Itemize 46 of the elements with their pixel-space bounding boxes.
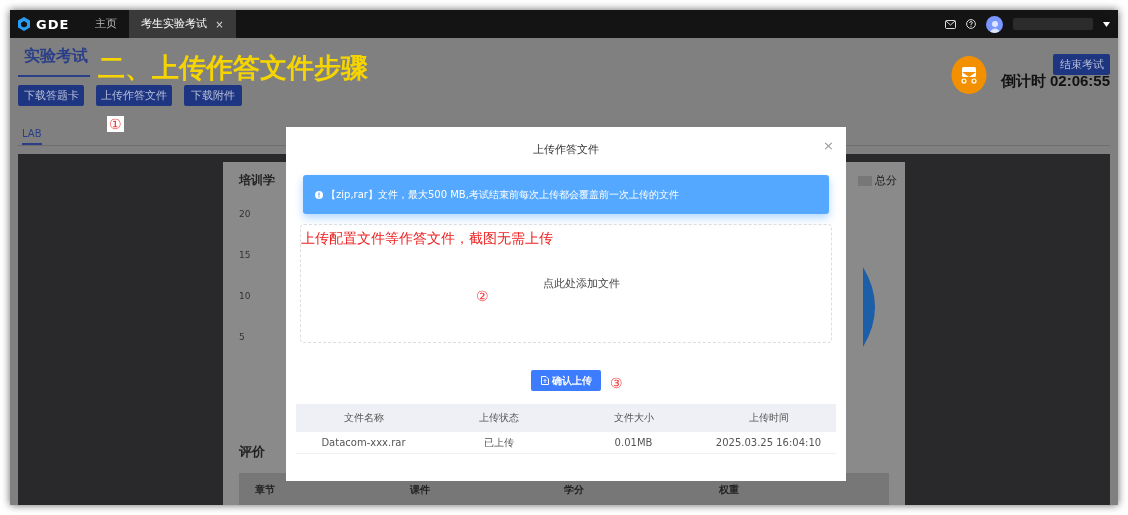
close-icon[interactable]: × xyxy=(215,18,224,30)
page-tab[interactable]: 主页 xyxy=(83,10,130,38)
axis-tick: 20 xyxy=(239,209,251,219)
action-button[interactable]: 下载附件 xyxy=(184,85,242,106)
table-cell: 已上传 xyxy=(483,435,514,450)
column-header: 学分 xyxy=(564,483,585,497)
column-header: 文件名称 xyxy=(343,410,384,425)
logo-text: GDE xyxy=(36,16,70,32)
column-header: 权重 xyxy=(718,483,740,497)
cart-icon[interactable] xyxy=(951,56,987,94)
page-tab[interactable]: 考生实验考试 × xyxy=(129,10,236,38)
action-button[interactable]: 上传作答文件 xyxy=(96,85,172,106)
countdown-timer: 倒计时 02:06:55 xyxy=(1000,72,1110,91)
mail-icon[interactable] xyxy=(945,19,956,29)
step-number: ② xyxy=(476,288,489,304)
table-cell: 2025.03.25 16:04:10 xyxy=(715,437,822,448)
column-header: 上传状态 xyxy=(478,410,519,425)
section-title: 评价 xyxy=(239,443,265,461)
card-title: 培训学 xyxy=(239,172,275,189)
column-header: 课件 xyxy=(409,483,431,497)
notice-text: 【zip,rar】文件，最大500 MB,考试结束前每次上传都会覆盖前一次上传的文件 xyxy=(326,187,679,202)
axis-tick: 10 xyxy=(239,291,251,301)
user-avatar[interactable] xyxy=(986,15,1003,33)
confirm-upload-button[interactable]: 确认上传 xyxy=(531,370,601,391)
column-header: 文件大小 xyxy=(613,410,654,425)
column-header: 章节 xyxy=(255,483,276,497)
file-upload-icon xyxy=(540,376,549,385)
axis-tick: 5 xyxy=(239,332,245,342)
axis-tick: 15 xyxy=(239,250,251,260)
dropzone-text: 点此处添加文件 xyxy=(542,276,620,291)
column-header: 上传时间 xyxy=(748,410,789,425)
logo-icon xyxy=(16,16,32,32)
step-number: ③ xyxy=(610,375,623,391)
annotation-note: 上传配置文件等作答文件，截图无需上传 xyxy=(301,230,553,248)
help-icon[interactable] xyxy=(966,19,976,29)
caret-icon[interactable] xyxy=(1103,21,1110,27)
table-cell: 0.01MB xyxy=(614,437,653,448)
end-exam-button[interactable]: 结束考试 xyxy=(1053,54,1110,75)
annotation-headline: 二、上传作答文件步骤 xyxy=(98,51,368,85)
table-cell: Datacom-xxx.rar xyxy=(321,437,406,448)
dialog-title: 上传作答文件 xyxy=(533,142,599,157)
info-icon xyxy=(315,190,323,199)
legend-label: 总分 xyxy=(875,174,897,188)
step-number: ① xyxy=(107,116,124,132)
page-title: 实验考试 xyxy=(18,46,90,77)
action-button[interactable]: 下载答题卡 xyxy=(18,85,84,106)
